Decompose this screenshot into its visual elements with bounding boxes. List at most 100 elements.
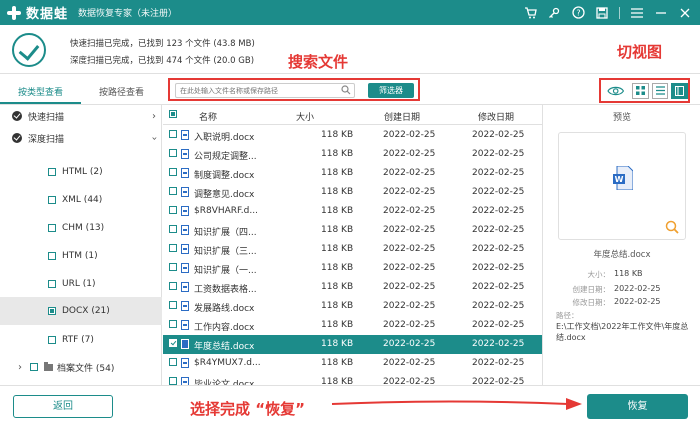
tab-by-path[interactable]: 按路径查看 [81,83,162,104]
row-checkbox[interactable] [169,377,177,385]
docx-file-icon [181,130,189,140]
checkbox[interactable] [48,280,56,288]
help-icon[interactable]: ? [571,6,585,20]
row-checkbox[interactable] [169,339,177,347]
close-icon[interactable] [678,6,692,20]
row-checkbox[interactable] [169,358,177,366]
sidebar-group-deep-scan[interactable]: 深度扫描 › [0,127,162,149]
row-checkbox[interactable] [169,282,177,290]
sidebar-item-xml[interactable]: XML (44) [0,189,162,211]
search-icon[interactable] [341,85,351,95]
chevron-right-icon[interactable]: › [152,111,156,122]
file-created: 2022-02-25 [383,244,436,254]
zoom-icon[interactable] [665,220,679,234]
sidebar-item-label: CHM (13) [62,223,105,233]
row-checkbox[interactable] [169,149,177,157]
row-checkbox[interactable] [169,301,177,309]
row-checkbox[interactable] [169,187,177,195]
row-checkbox[interactable] [169,168,177,176]
checkbox[interactable] [48,196,56,204]
tab-by-type[interactable]: 按类型查看 [0,83,81,104]
save-icon[interactable] [595,6,609,20]
select-all-checkbox[interactable] [169,110,177,118]
preview-file-name: 年度总结.docx [593,250,651,260]
app-logo: 数据蛙 [6,3,68,22]
row-checkbox[interactable] [169,206,177,214]
checked-circle-icon[interactable] [12,133,22,143]
sidebar-item-url[interactable]: URL (1) [0,273,162,295]
file-name: $R4YMUX7.d... [194,358,261,368]
table-row[interactable]: 知识扩展（一... 118 KB 2022-02-25 2022-02-25 [163,259,542,278]
row-checkbox[interactable] [169,225,177,233]
sidebar-item-chm[interactable]: CHM (13) [0,217,162,239]
file-size: 118 KB [321,339,354,349]
search-input[interactable] [175,83,355,98]
table-row[interactable]: 制度调整.docx 118 KB 2022-02-25 2022-02-25 [163,164,542,183]
checked-circle-icon[interactable] [12,111,22,121]
key-icon[interactable] [547,6,561,20]
titlebar-divider [619,6,620,19]
sidebar-group-quick-scan[interactable]: 快速扫描 › [0,105,162,127]
table-row[interactable]: 入职说明.docx 118 KB 2022-02-25 2022-02-25 [163,126,542,145]
file-name: $R8VHARF.d... [194,206,258,216]
row-checkbox[interactable] [169,263,177,271]
checkbox[interactable] [30,363,38,371]
annotation-search-files: 搜索文件 [288,53,349,71]
table-row-selected[interactable]: 年度总结.docx 118 KB 2022-02-25 2022-02-25 [163,335,542,354]
column-size[interactable]: 大小 [296,110,314,123]
table-row[interactable]: 毕业论文.docx 118 KB 2022-02-25 2022-02-25 [163,373,542,385]
chevron-down-icon[interactable]: › [149,136,160,140]
file-created: 2022-02-25 [383,187,436,197]
table-row[interactable]: $R4YMUX7.d... 118 KB 2022-02-25 2022-02-25 [163,354,542,373]
table-row[interactable]: 知识扩展（三... 118 KB 2022-02-25 2022-02-25 [163,240,542,259]
list-view-button[interactable] [651,82,669,99]
checkbox[interactable] [48,224,56,232]
filter-button[interactable]: 筛选器 [368,83,414,98]
table-row[interactable]: 调整意见.docx 118 KB 2022-02-25 2022-02-25 [163,183,542,202]
archive-folder-icon [44,361,53,371]
table-row[interactable]: 工作内容.docx 118 KB 2022-02-25 2022-02-25 [163,316,542,335]
checkbox-partial[interactable] [48,307,56,315]
eye-icon[interactable] [607,85,625,97]
cart-icon[interactable] [523,6,537,20]
view-mode-tabs: 按类型查看 按路径查看 [0,83,162,105]
file-size: 118 KB [321,358,354,368]
file-created: 2022-02-25 [383,149,436,159]
preview-view-button[interactable] [671,82,689,99]
sidebar-item-label: XML (44) [62,195,103,205]
sidebar-item-archive[interactable]: › 档案文件 (54) [0,356,162,378]
preview-size-label: 大小： [587,270,611,279]
checkbox[interactable] [48,252,56,260]
minimize-icon[interactable] [654,6,668,20]
grid-view-button[interactable] [632,82,649,99]
file-size: 118 KB [321,130,354,140]
checkbox[interactable] [48,168,56,176]
svg-text:?: ? [576,9,580,18]
row-checkbox[interactable] [169,130,177,138]
table-row[interactable]: $R8VHARF.d... 118 KB 2022-02-25 2022-02-25 [163,202,542,221]
sidebar-item-html[interactable]: HTML (2) [0,161,162,183]
back-button[interactable]: 返回 [13,395,113,418]
file-created: 2022-02-25 [383,358,436,368]
sidebar-item-docx[interactable]: DOCX (21) [0,297,162,325]
table-row[interactable]: 公司规定调整... 118 KB 2022-02-25 2022-02-25 [163,145,542,164]
column-created[interactable]: 创建日期 [384,110,420,123]
file-modified: 2022-02-25 [472,149,525,159]
row-checkbox[interactable] [169,244,177,252]
table-row[interactable]: 工资数据表格... 118 KB 2022-02-25 2022-02-25 [163,278,542,297]
file-size: 118 KB [321,206,354,216]
menu-icon[interactable] [630,6,644,20]
sidebar-item-rtf[interactable]: RTF (7) [0,329,162,351]
word-document-icon: W [613,166,633,190]
recover-button[interactable]: 恢复 [587,394,688,419]
row-checkbox[interactable] [169,320,177,328]
docx-file-icon [181,320,189,330]
chevron-right-icon[interactable]: › [18,362,22,373]
table-row[interactable]: 知识扩展（四... 118 KB 2022-02-25 2022-02-25 [163,221,542,240]
column-modified[interactable]: 修改日期 [478,110,514,123]
column-name[interactable]: 名称 [199,110,217,123]
table-row[interactable]: 发展路线.docx 118 KB 2022-02-25 2022-02-25 [163,297,542,316]
checkbox[interactable] [48,336,56,344]
file-created: 2022-02-25 [383,377,436,385]
sidebar-item-htm[interactable]: HTM (1) [0,245,162,267]
